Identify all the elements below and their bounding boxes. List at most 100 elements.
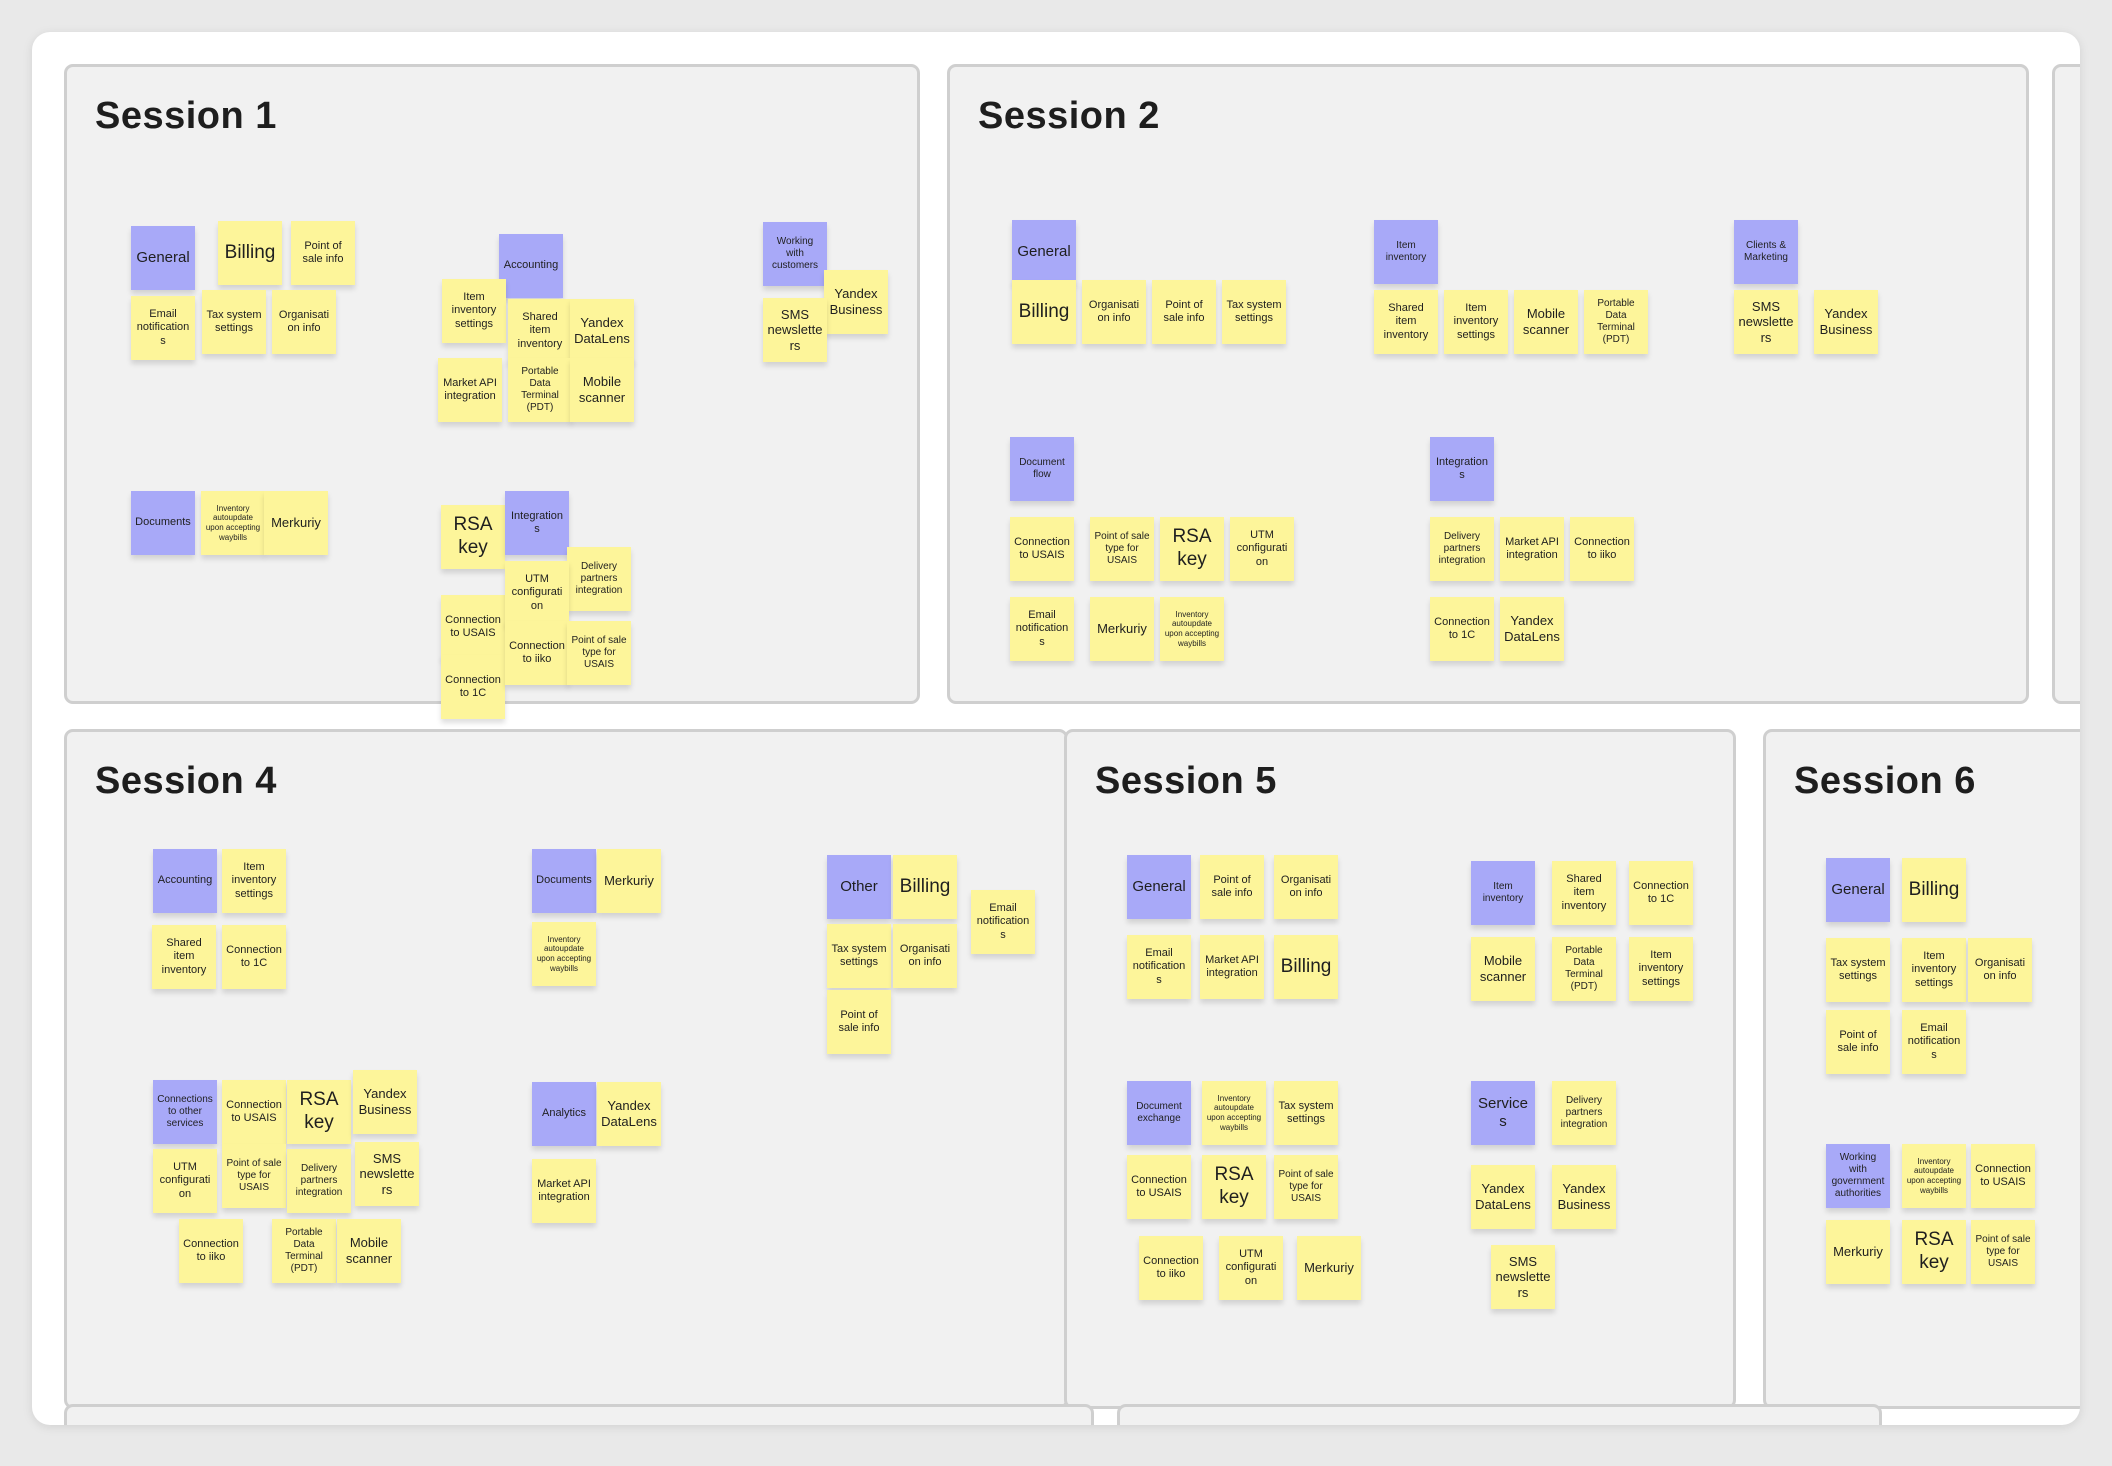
sticky-note[interactable]: Point of sale info xyxy=(1826,1010,1890,1074)
category-sticky-note[interactable]: Documents xyxy=(532,849,596,913)
sticky-note[interactable]: RSA key xyxy=(1202,1155,1266,1219)
sticky-note[interactable]: Tax system settings xyxy=(1274,1081,1338,1145)
sticky-note[interactable]: Connection to USAIS xyxy=(1971,1144,2035,1208)
sticky-note[interactable]: Portable Data Terminal (PDT) xyxy=(508,358,572,422)
sticky-note[interactable]: Market API integration xyxy=(532,1159,596,1223)
sticky-note[interactable]: Connection to 1C xyxy=(222,925,286,989)
sticky-note[interactable]: Point of sale info xyxy=(1200,855,1264,919)
sticky-note[interactable]: Inventory autoupdate upon accepting wayb… xyxy=(1902,1144,1966,1208)
sticky-note[interactable]: Billing xyxy=(218,221,282,285)
sticky-note[interactable]: Tax system settings xyxy=(202,290,266,354)
sticky-note[interactable]: Organisation info xyxy=(1274,855,1338,919)
sticky-note[interactable]: Merkuriy xyxy=(597,849,661,913)
category-sticky-note[interactable]: Item inventory xyxy=(1471,861,1535,925)
sticky-note[interactable]: Market API integration xyxy=(1500,517,1564,581)
sticky-note[interactable]: Point of sale type for USAIS xyxy=(222,1144,286,1208)
sticky-note[interactable]: SMS newsletters xyxy=(1491,1245,1555,1309)
category-sticky-note[interactable]: Other xyxy=(827,855,891,919)
sticky-note[interactable]: RSA key xyxy=(287,1080,351,1144)
sticky-note[interactable]: Point of sale info xyxy=(1152,280,1216,344)
sticky-note[interactable]: Shared item inventory xyxy=(152,925,216,989)
sticky-note[interactable]: Merkuriy xyxy=(1826,1220,1890,1284)
sticky-note[interactable]: Organisation info xyxy=(893,924,957,988)
sticky-note[interactable]: Connection to iiko xyxy=(505,621,569,685)
sticky-note[interactable]: Yandex DataLens xyxy=(597,1082,661,1146)
sticky-note[interactable]: Merkuriy xyxy=(1090,597,1154,661)
sticky-note[interactable]: Portable Data Terminal (PDT) xyxy=(1584,290,1648,354)
sticky-note[interactable]: RSA key xyxy=(441,505,505,569)
category-sticky-note[interactable]: Clients & Marketing xyxy=(1734,220,1798,284)
category-sticky-note[interactable]: Working with customers xyxy=(763,222,827,286)
sticky-note[interactable]: Point of sale type for USAIS xyxy=(1090,517,1154,581)
category-sticky-note[interactable]: Integrations xyxy=(1430,437,1494,501)
category-sticky-note[interactable]: Item inventory xyxy=(1374,220,1438,284)
sticky-note[interactable]: Item inventory settings xyxy=(222,849,286,913)
sticky-note[interactable]: Delivery partners integration xyxy=(1430,517,1494,581)
sticky-note[interactable]: Email notifications xyxy=(1127,935,1191,999)
sticky-note[interactable]: Email notifications xyxy=(131,296,195,360)
sticky-note[interactable]: Point of sale info xyxy=(291,221,355,285)
sticky-note[interactable]: Mobile scanner xyxy=(1471,937,1535,1001)
sticky-note[interactable]: Portable Data Terminal (PDT) xyxy=(1552,937,1616,1001)
sticky-note[interactable]: SMS newsletters xyxy=(763,298,827,362)
category-sticky-note[interactable]: Accounting xyxy=(499,234,563,298)
sticky-note[interactable]: Tax system settings xyxy=(1826,938,1890,1002)
sticky-note[interactable]: Item inventory settings xyxy=(1902,938,1966,1002)
sticky-note[interactable]: UTM configuration xyxy=(153,1149,217,1213)
sticky-note[interactable]: Email notifications xyxy=(971,890,1035,954)
sticky-note[interactable]: Yandex DataLens xyxy=(1500,597,1564,661)
sticky-note[interactable]: Point of sale info xyxy=(827,990,891,1054)
sticky-note[interactable]: Yandex Business xyxy=(824,270,888,334)
sticky-note[interactable]: Email notifications xyxy=(1902,1010,1966,1074)
sticky-note[interactable]: Organisation info xyxy=(1082,280,1146,344)
category-sticky-note[interactable]: Accounting xyxy=(153,849,217,913)
sticky-note[interactable]: Billing xyxy=(893,855,957,919)
sticky-note[interactable]: Delivery partners integration xyxy=(567,547,631,611)
sticky-note[interactable]: Yandex DataLens xyxy=(1471,1165,1535,1229)
session-2-frame[interactable]: Session 2 General Billing Organisation inf… xyxy=(947,64,2029,704)
sticky-note[interactable]: UTM configuration xyxy=(1219,1236,1283,1300)
sticky-note[interactable]: Organisation info xyxy=(272,290,336,354)
sticky-note[interactable]: Market API integration xyxy=(438,358,502,422)
category-sticky-note[interactable]: Connections to other services xyxy=(153,1080,217,1144)
session-1-frame[interactable]: Session 1 General Billing Point of sale in… xyxy=(64,64,920,719)
sticky-note[interactable]: Organisation info xyxy=(1968,938,2032,1002)
category-sticky-note[interactable]: Services xyxy=(1471,1081,1535,1145)
sticky-note[interactable]: Market API integration xyxy=(1200,935,1264,999)
session-5-frame[interactable]: Session 5 General Point of sale info Organ… xyxy=(1064,729,1736,1409)
sticky-note[interactable]: SMS newsletters xyxy=(355,1142,419,1206)
sticky-note[interactable]: Merkuriy xyxy=(264,491,328,555)
sticky-note[interactable]: Point of sale type for USAIS xyxy=(1274,1155,1338,1219)
sticky-note[interactable]: Mobile scanner xyxy=(337,1219,401,1283)
category-sticky-note[interactable]: Integrations xyxy=(505,491,569,555)
category-sticky-note[interactable]: Document exchange xyxy=(1127,1081,1191,1145)
sticky-note[interactable]: Delivery partners integration xyxy=(1552,1081,1616,1145)
sticky-note[interactable]: Connection to 1C xyxy=(1430,597,1494,661)
sticky-note[interactable]: Inventory autoupdate upon accepting wayb… xyxy=(1160,597,1224,661)
session-6-frame[interactable]: Session 6 General Billing Tax system setti… xyxy=(1763,729,2080,1409)
category-sticky-note[interactable]: General xyxy=(131,226,195,290)
sticky-note[interactable]: Yandex Business xyxy=(1552,1165,1616,1229)
sticky-note[interactable]: Billing xyxy=(1902,858,1966,922)
sticky-note[interactable]: Item inventory settings xyxy=(442,279,506,343)
category-sticky-note[interactable]: General xyxy=(1127,855,1191,919)
sticky-note[interactable]: Connection to USAIS xyxy=(441,595,505,659)
sticky-note[interactable]: Portable Data Terminal (PDT) xyxy=(272,1219,336,1283)
sticky-note[interactable]: Merkuriy xyxy=(1297,1236,1361,1300)
sticky-note[interactable]: Yandex Business xyxy=(1814,290,1878,354)
sticky-note[interactable]: Email notifications xyxy=(1010,597,1074,661)
sticky-note[interactable]: Inventory autoupdate upon accepting wayb… xyxy=(201,491,265,555)
sticky-note[interactable]: Connection to iiko xyxy=(179,1219,243,1283)
sticky-note[interactable]: Point of sale type for USAIS xyxy=(1971,1220,2035,1284)
sticky-note[interactable]: Connection to USAIS xyxy=(1010,517,1074,581)
sticky-note[interactable]: Shared item inventory xyxy=(1374,290,1438,354)
session-frame-partial[interactable] xyxy=(64,1404,1094,1425)
sticky-note[interactable]: UTM configuration xyxy=(505,561,569,625)
sticky-note[interactable]: Mobile scanner xyxy=(570,358,634,422)
sticky-note[interactable]: Connection to 1C xyxy=(1629,861,1693,925)
session-3-frame-partial[interactable] xyxy=(2052,64,2080,704)
sticky-note[interactable]: Item inventory settings xyxy=(1444,290,1508,354)
session-4-frame[interactable]: Session 4 Accounting Item inventory setti… xyxy=(64,729,1068,1409)
category-sticky-note[interactable]: Document flow xyxy=(1010,437,1074,501)
category-sticky-note[interactable]: General xyxy=(1012,220,1076,284)
